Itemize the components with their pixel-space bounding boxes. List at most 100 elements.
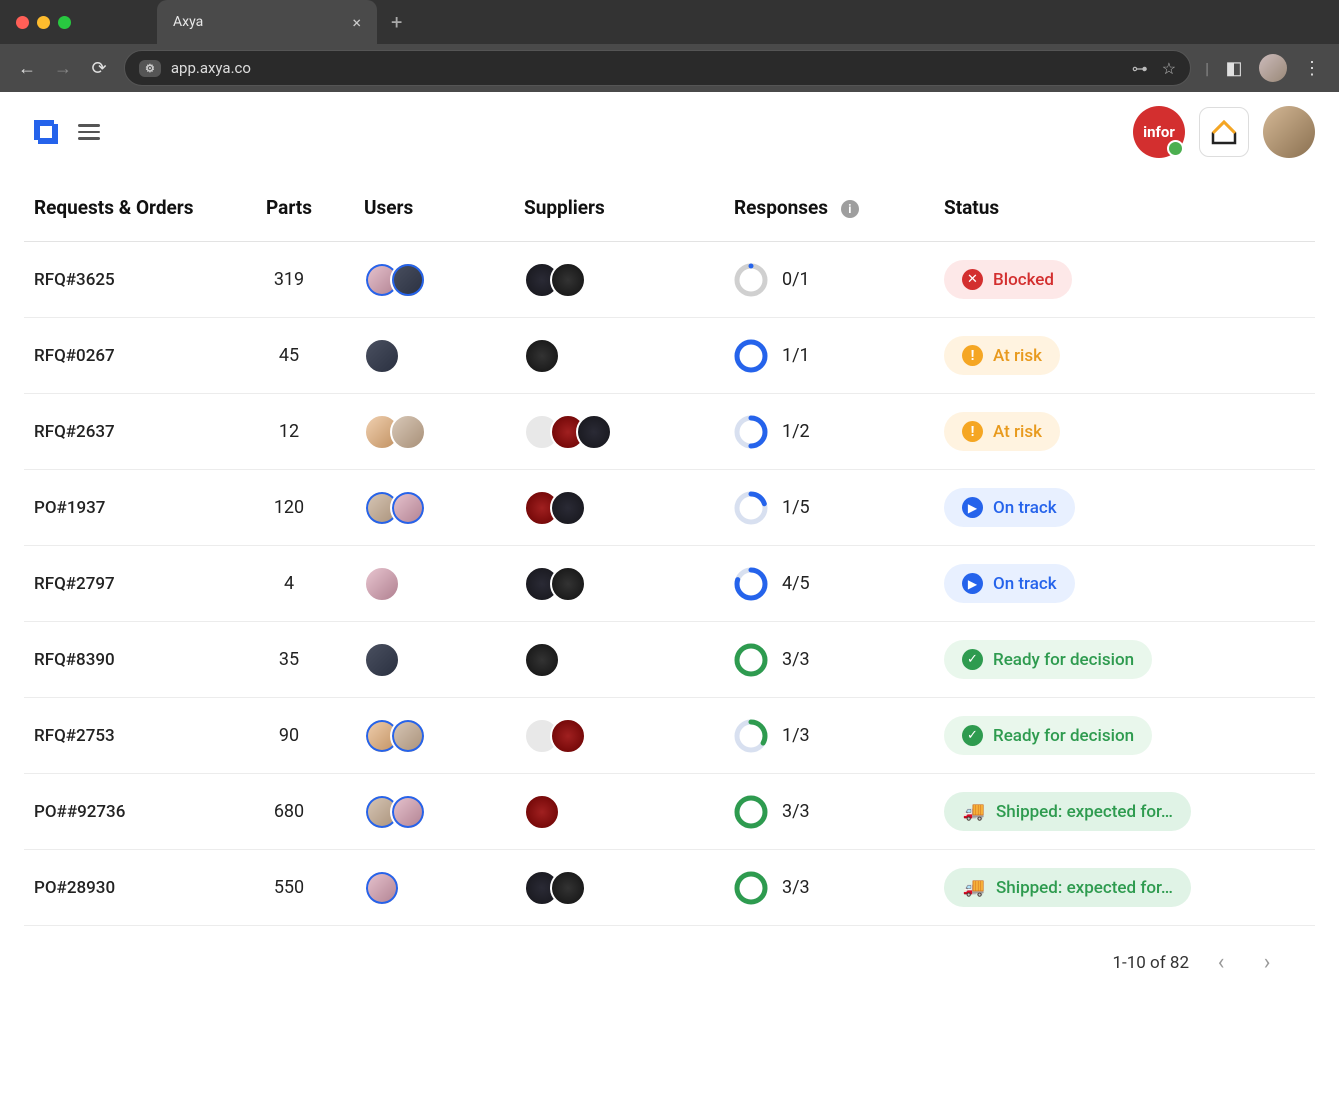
responses-cell: 3/3	[724, 774, 934, 850]
parts-count: 45	[234, 318, 354, 394]
users-cell	[354, 470, 514, 546]
table-row[interactable]: RFQ#839035 3/3✓Ready for decision	[24, 622, 1315, 698]
request-id: RFQ#2797	[24, 546, 234, 622]
address-bar[interactable]: ⚙ app.axya.co ⊶ ☆	[124, 50, 1191, 86]
panel-icon[interactable]: ◧	[1223, 58, 1245, 79]
close-tab-icon[interactable]: ×	[352, 13, 361, 32]
tab-title: Axya	[173, 14, 203, 30]
status-label: On track	[993, 498, 1057, 518]
menu-icon[interactable]	[78, 124, 100, 140]
reload-icon[interactable]: ⟳	[88, 58, 110, 79]
kebab-menu-icon[interactable]: ⋮	[1301, 58, 1323, 79]
supplier-logo-icon	[550, 490, 586, 526]
suppliers-cell	[514, 698, 724, 774]
back-icon[interactable]: ←	[16, 58, 38, 79]
responses-label: 1/3	[782, 725, 810, 746]
request-id: RFQ#0267	[24, 318, 234, 394]
user-avatar-icon	[364, 642, 400, 678]
parts-count: 680	[234, 774, 354, 850]
profile-avatar-icon[interactable]	[1259, 54, 1287, 82]
table-row[interactable]: RFQ#27974 4/5▶On track	[24, 546, 1315, 622]
parts-count: 120	[234, 470, 354, 546]
header-status[interactable]: Status	[934, 176, 1315, 242]
parts-count: 12	[234, 394, 354, 470]
responses-cell: 4/5	[724, 546, 934, 622]
status-pill: ✓Ready for decision	[944, 640, 1152, 679]
suppliers-cell	[514, 546, 724, 622]
status-pill: ✓Ready for decision	[944, 716, 1152, 755]
table-row[interactable]: RFQ#263712 1/2!At risk	[24, 394, 1315, 470]
header-parts[interactable]: Parts	[234, 176, 354, 242]
toolbar: ← → ⟳ ⚙ app.axya.co ⊶ ☆ | ◧ ⋮	[0, 44, 1339, 92]
table-row[interactable]: PO#28930550 3/3🚚Shipped: expected for…	[24, 850, 1315, 926]
home-icon[interactable]	[1199, 107, 1249, 157]
table-row[interactable]: RFQ#026745 1/1! At risk	[24, 318, 1315, 394]
responses-cell: 0/1	[724, 242, 934, 318]
request-id: RFQ#2753	[24, 698, 234, 774]
progress-ring-icon	[734, 643, 768, 677]
integration-badge[interactable]: infor	[1133, 106, 1185, 158]
status-icon: ✕	[962, 269, 983, 290]
responses-label: 1/5	[782, 497, 810, 518]
responses-label: 3/3	[782, 801, 810, 822]
status-pill: ! At risk	[944, 336, 1060, 375]
user-avatar[interactable]	[1263, 106, 1315, 158]
progress-ring-icon	[734, 871, 768, 905]
header-requests[interactable]: Requests & Orders	[24, 176, 234, 242]
status-icon: ✓	[962, 725, 983, 746]
key-icon[interactable]: ⊶	[1132, 59, 1148, 78]
status-cell: ✓Ready for decision	[934, 698, 1315, 774]
site-settings-icon[interactable]: ⚙	[139, 60, 161, 77]
bookmark-icon[interactable]: ☆	[1162, 59, 1176, 78]
window-close-icon[interactable]	[16, 16, 29, 29]
status-pill: ! At risk	[944, 412, 1060, 451]
browser-tab[interactable]: Axya ×	[157, 0, 377, 44]
status-icon: ✓	[962, 649, 983, 670]
responses-label: 1/2	[782, 421, 810, 442]
table-row[interactable]: PO#1937120 1/5▶On track	[24, 470, 1315, 546]
status-label: At risk	[993, 346, 1042, 366]
suppliers-cell	[514, 622, 724, 698]
status-cell: ▶On track	[934, 470, 1315, 546]
user-avatar-icon	[390, 794, 426, 830]
status-pill: ▶On track	[944, 564, 1075, 603]
window-minimize-icon[interactable]	[37, 16, 50, 29]
responses-label: 1/1	[782, 345, 810, 366]
header-suppliers[interactable]: Suppliers	[514, 176, 724, 242]
status-label: Shipped: expected for…	[996, 802, 1173, 822]
status-label: Shipped: expected for…	[996, 878, 1173, 898]
users-cell	[354, 242, 514, 318]
table-row[interactable]: RFQ#275390 1/3✓Ready for decision	[24, 698, 1315, 774]
request-id: PO##92736	[24, 774, 234, 850]
status-pill: 🚚 Shipped: expected for…	[944, 792, 1191, 831]
users-cell	[354, 622, 514, 698]
suppliers-cell	[514, 394, 724, 470]
header-users[interactable]: Users	[354, 176, 514, 242]
responses-cell: 3/3	[724, 850, 934, 926]
responses-label: 0/1	[782, 269, 810, 290]
user-avatar-icon	[364, 338, 400, 374]
responses-label: 3/3	[782, 649, 810, 670]
table-row[interactable]: RFQ#3625319 0/1✕Blocked	[24, 242, 1315, 318]
status-label: Blocked	[993, 270, 1054, 290]
new-tab-icon[interactable]: +	[391, 10, 402, 34]
responses-label: 4/5	[782, 573, 810, 594]
responses-label: 3/3	[782, 877, 810, 898]
window-maximize-icon[interactable]	[58, 16, 71, 29]
status-icon: !	[962, 345, 983, 366]
status-icon: 🚚	[962, 801, 986, 822]
user-avatar-icon	[390, 414, 426, 450]
forward-icon[interactable]: →	[52, 58, 74, 79]
requests-table: Requests & Orders Parts Users Suppliers …	[24, 176, 1315, 926]
status-label: At risk	[993, 422, 1042, 442]
header-responses[interactable]: Responses i	[724, 176, 934, 242]
info-icon[interactable]: i	[841, 200, 859, 218]
users-cell	[354, 698, 514, 774]
status-icon: !	[962, 421, 983, 442]
next-page-icon[interactable]: ›	[1253, 950, 1281, 975]
table-row[interactable]: PO##92736680 3/3 🚚 Shipped: expected for…	[24, 774, 1315, 850]
user-avatar-icon	[364, 870, 400, 906]
responses-cell: 1/3	[724, 698, 934, 774]
prev-page-icon[interactable]: ‹	[1207, 950, 1235, 975]
status-cell: ! At risk	[934, 394, 1315, 470]
